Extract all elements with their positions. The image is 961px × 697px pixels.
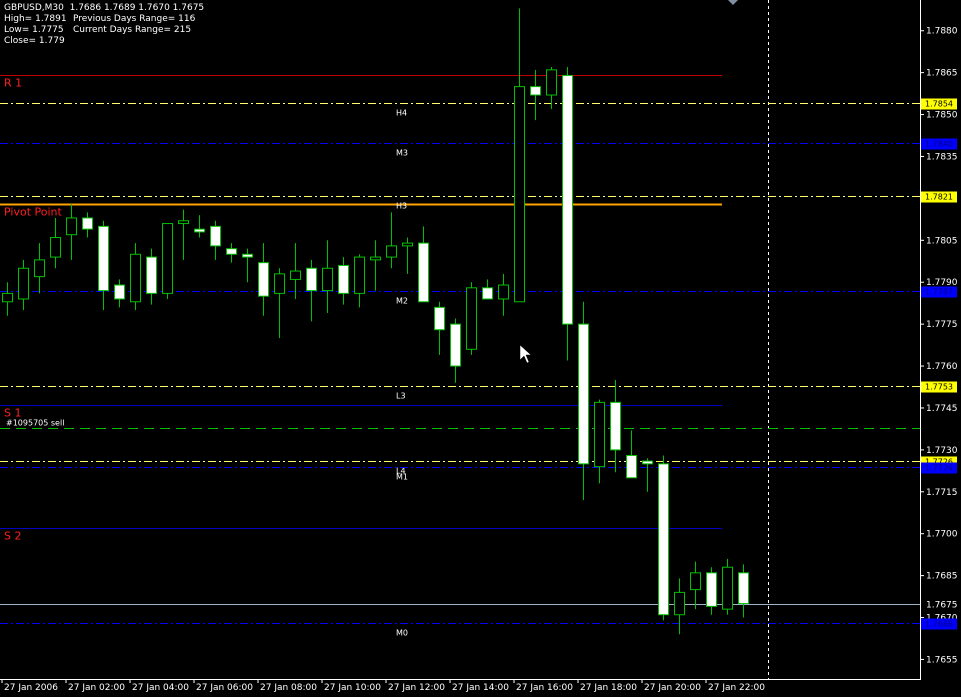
price-tick-label: 1.7685	[926, 572, 958, 582]
candle-body	[322, 267, 333, 292]
candle-body	[530, 86, 541, 96]
candle-body	[610, 401, 621, 451]
candle-body	[114, 284, 125, 300]
price-tick-label: 1.7775	[926, 320, 958, 330]
price-chart[interactable]: 1.78801.78651.78501.78351.78201.78051.77…	[0, 0, 961, 693]
candle-body	[386, 245, 397, 258]
info-current-range: Current Days Range= 215	[73, 25, 192, 35]
price-tick-label: 1.7865	[926, 69, 958, 79]
camarilla-label: H3	[396, 202, 407, 211]
current-price-label: 1.7675	[926, 601, 958, 611]
candle-body	[706, 572, 717, 607]
candle-body	[370, 256, 381, 261]
time-tick-label: 27 Jan 20:00	[644, 683, 701, 693]
chart-canvas[interactable]: 1.78801.78651.78501.78351.78201.78051.77…	[0, 0, 961, 693]
price-tick-label: 1.7730	[926, 446, 958, 456]
candle-body	[290, 270, 301, 280]
price-tick-label: 1.7850	[926, 111, 958, 121]
candle-body	[258, 262, 269, 297]
candle-body	[642, 460, 653, 465]
level-label: R 1	[4, 77, 22, 90]
time-tick-label: 27 Jan 02:00	[68, 683, 125, 693]
candle-body	[82, 217, 93, 230]
time-tick-label: 27 Jan 18:00	[580, 683, 637, 693]
time-tick-label: 27 Jan 04:00	[132, 683, 189, 693]
candle-body	[194, 228, 205, 233]
camarilla-label: H4	[396, 109, 407, 118]
price-tick-label: 1.7745	[926, 404, 958, 414]
time-tick-label: 27 Jan 22:00	[708, 683, 765, 693]
price-tick-label: 1.7700	[926, 530, 958, 540]
candle-body	[546, 69, 557, 96]
level-label: S 2	[4, 530, 21, 543]
candle-body	[482, 287, 493, 300]
camarilla-label: M1	[396, 473, 408, 482]
time-tick-label: 27 Jan 08:00	[260, 683, 317, 693]
candle-body	[338, 264, 349, 294]
candle-body	[498, 284, 509, 300]
candle-body	[514, 86, 525, 303]
candle-body	[354, 256, 365, 294]
level-price-badge-label: 1.7753	[925, 383, 953, 392]
time-tick-label: 27 Jan 2006	[4, 683, 58, 693]
candle-body	[162, 223, 173, 294]
time-tick-label: 27 Jan 12:00	[388, 683, 445, 693]
candle-body	[130, 253, 141, 303]
candle-body	[562, 74, 573, 325]
time-tick-label: 27 Jan 16:00	[516, 683, 573, 693]
candle-body	[210, 225, 221, 247]
info-close: Close= 1.779	[4, 36, 65, 46]
price-tick-label: 1.7835	[926, 152, 958, 162]
info-low: Low= 1.7775	[4, 25, 64, 35]
candle-body	[594, 401, 605, 468]
candle-body	[274, 273, 285, 294]
info-previous-range: Previous Days Range= 116	[73, 14, 196, 24]
time-tick-label: 27 Jan 10:00	[324, 683, 381, 693]
candle-body	[658, 463, 669, 616]
level-price-badge-label: 1.7821	[925, 193, 953, 202]
candle-body	[242, 253, 253, 258]
candle-body	[226, 248, 237, 255]
level-price-badge-label: 1.7840	[925, 140, 953, 149]
candle-body	[50, 237, 61, 258]
candle-body	[466, 287, 477, 350]
level-price-badge-label: 1.7724	[925, 464, 953, 473]
time-tick-label: 27 Jan 14:00	[452, 683, 509, 693]
candle-body	[674, 591, 685, 616]
candle-body	[690, 572, 701, 591]
price-tick-label: 1.7805	[926, 236, 958, 246]
candle-body	[2, 292, 13, 303]
candle-body	[738, 572, 749, 605]
price-tick-label: 1.7760	[926, 362, 958, 372]
price-tick-label: 1.7715	[926, 488, 958, 498]
level-price-badge-label: 1.7854	[925, 100, 953, 109]
camarilla-label: M3	[396, 149, 408, 158]
level-price-badge-label: 1.7787	[925, 288, 953, 297]
candle-body	[402, 242, 413, 247]
level-label: Pivot Point	[4, 206, 62, 219]
candle-body	[306, 267, 317, 292]
price-tick-label: 1.7880	[926, 27, 958, 37]
candle-body	[578, 323, 589, 465]
candle-body	[66, 217, 77, 236]
level-price-badge-label: 1.7668	[925, 620, 953, 629]
chart-info-line1: GBPUSD,M30 1.7686 1.7689 1.7670 1.7675	[4, 3, 205, 13]
camarilla-label: L3	[396, 392, 406, 401]
candle-body	[98, 225, 109, 292]
camarilla-label: M2	[396, 297, 408, 306]
candle-body	[450, 323, 461, 367]
candle-body	[626, 454, 637, 479]
candle-body	[18, 267, 29, 300]
time-tick-label: 27 Jan 06:00	[196, 683, 253, 693]
camarilla-label: M0	[396, 629, 408, 638]
candle-body	[146, 256, 157, 294]
order-label: #1095705 sell	[6, 419, 64, 428]
candle-body	[178, 220, 189, 225]
candle-body	[418, 242, 429, 303]
info-high: High= 1.7891	[4, 14, 67, 24]
candle-body	[722, 566, 733, 610]
candle-body	[434, 306, 445, 331]
candle-body	[34, 259, 45, 278]
price-tick-label: 1.7655	[926, 655, 958, 665]
